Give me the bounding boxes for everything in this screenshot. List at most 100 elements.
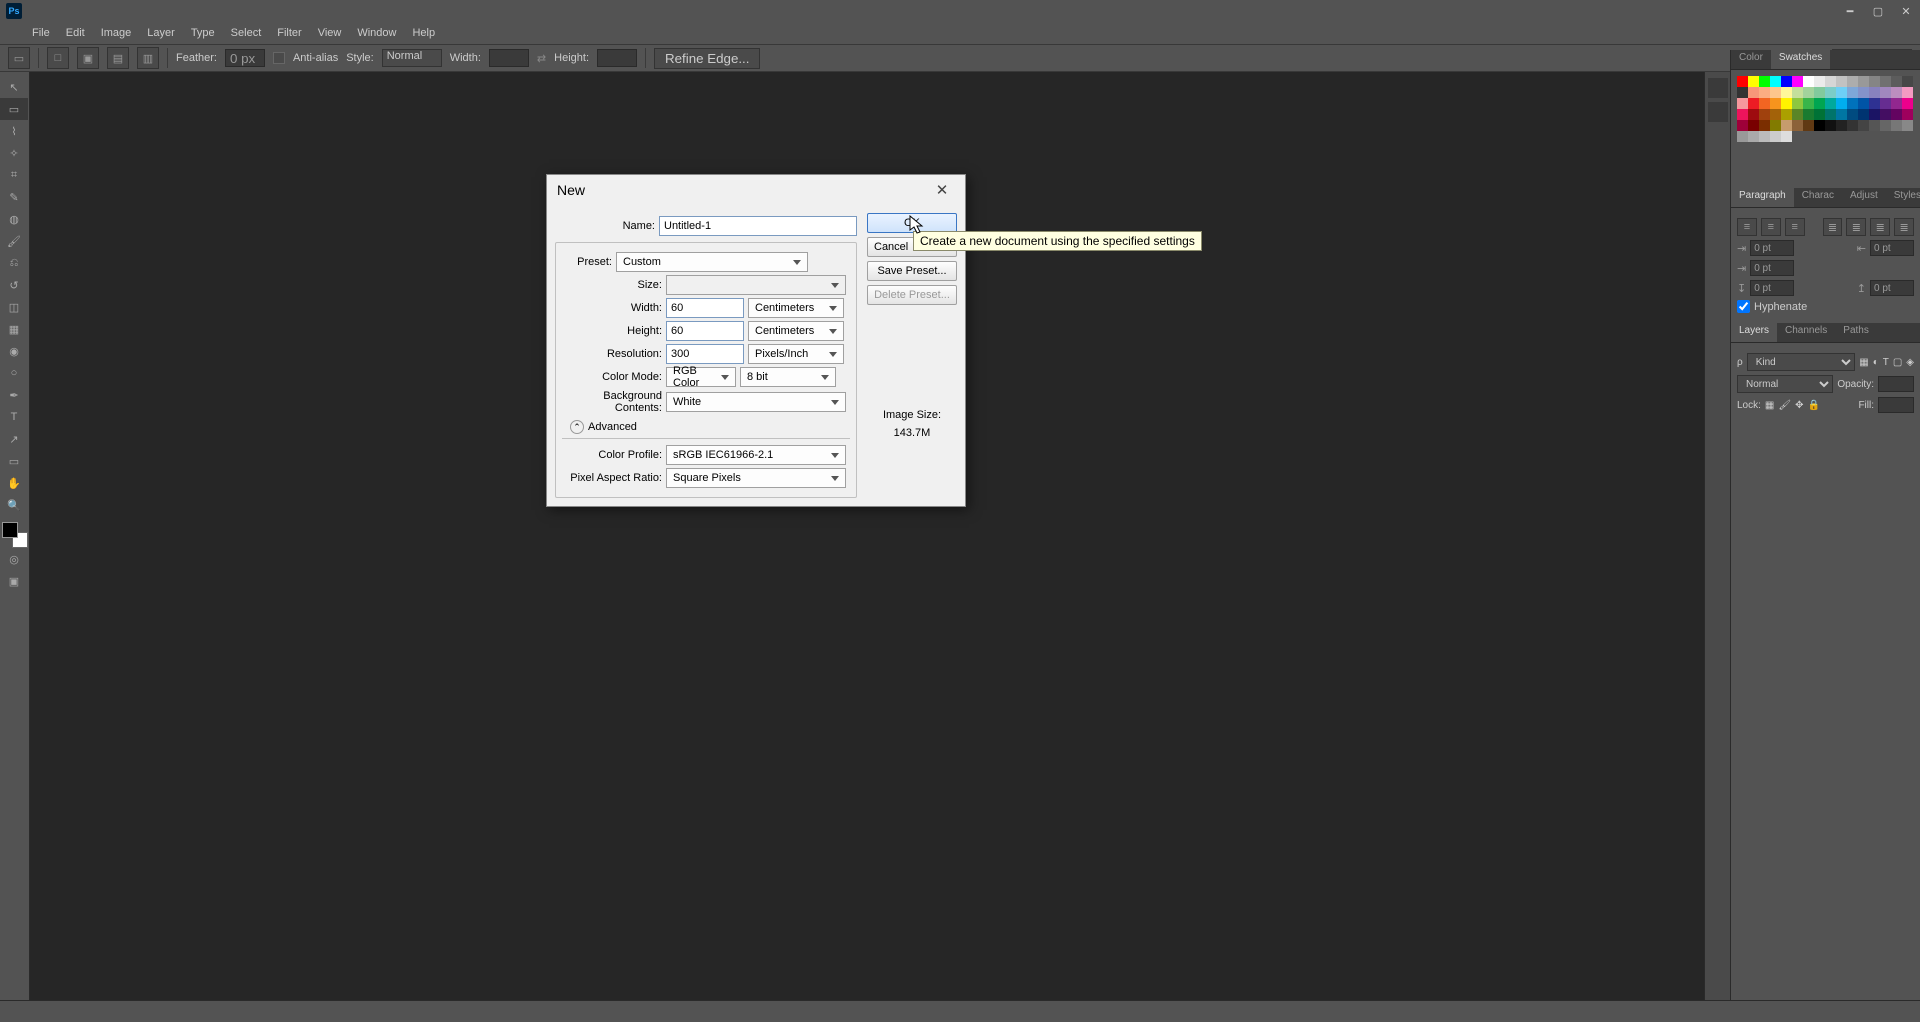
- lock-position-icon[interactable]: ✥: [1795, 400, 1803, 411]
- color-swatch[interactable]: [1869, 87, 1880, 98]
- filter-shape-icon[interactable]: ▢: [1893, 357, 1902, 368]
- colormode-select[interactable]: RGB Color: [666, 367, 736, 387]
- selection-add-icon[interactable]: ▣: [77, 47, 99, 69]
- color-swatch[interactable]: [1814, 120, 1825, 131]
- color-swatch[interactable]: [1825, 120, 1836, 131]
- justify-all-icon[interactable]: ≣: [1894, 218, 1914, 236]
- color-swatch[interactable]: [1759, 76, 1770, 87]
- width-unit-select[interactable]: Centimeters: [748, 298, 844, 318]
- color-swatch[interactable]: [1847, 120, 1858, 131]
- color-swatch[interactable]: [1847, 76, 1858, 87]
- color-swatch[interactable]: [1792, 120, 1803, 131]
- crop-tool-icon[interactable]: ⌗: [0, 164, 28, 186]
- tool-preset-icon[interactable]: ▭: [8, 47, 30, 69]
- color-swatch[interactable]: [1814, 87, 1825, 98]
- color-swatch[interactable]: [1803, 109, 1814, 120]
- antialias-checkbox[interactable]: [273, 52, 285, 64]
- color-swatch[interactable]: [1880, 87, 1891, 98]
- color-swatch[interactable]: [1869, 109, 1880, 120]
- color-swatch[interactable]: [1880, 120, 1891, 131]
- color-swatch[interactable]: [1792, 76, 1803, 87]
- color-swatch[interactable]: [1737, 76, 1748, 87]
- color-swatch[interactable]: [1814, 98, 1825, 109]
- menu-file[interactable]: File: [24, 25, 58, 41]
- color-swatch[interactable]: [1847, 87, 1858, 98]
- color-swatch[interactable]: [1825, 87, 1836, 98]
- feather-input[interactable]: [225, 49, 265, 67]
- tab-swatches[interactable]: Swatches: [1771, 50, 1830, 69]
- hyphenate-checkbox[interactable]: [1737, 300, 1750, 313]
- selection-intersect-icon[interactable]: ▥: [137, 47, 159, 69]
- zoom-tool-icon[interactable]: 🔍: [0, 494, 28, 516]
- color-swatch[interactable]: [1759, 109, 1770, 120]
- color-swatch[interactable]: [1781, 131, 1792, 142]
- width-input[interactable]: [489, 49, 529, 67]
- ok-button[interactable]: OK: [867, 213, 957, 233]
- color-swatch[interactable]: [1770, 98, 1781, 109]
- selection-sub-icon[interactable]: ▤: [107, 47, 129, 69]
- color-swatch[interactable]: [1836, 76, 1847, 87]
- colordepth-select[interactable]: 8 bit: [740, 367, 836, 387]
- style-select[interactable]: Normal: [382, 49, 442, 67]
- menu-image[interactable]: Image: [93, 25, 140, 41]
- color-swatch[interactable]: [1869, 98, 1880, 109]
- color-swatch[interactable]: [1737, 98, 1748, 109]
- color-swatch[interactable]: [1748, 131, 1759, 142]
- colorprofile-select[interactable]: sRGB IEC61966-2.1: [666, 445, 846, 465]
- swatch-grid[interactable]: [1737, 76, 1914, 142]
- properties-panel-icon[interactable]: [1708, 102, 1728, 122]
- color-swatch[interactable]: [1748, 87, 1759, 98]
- lock-pixels-icon[interactable]: 🖌: [1778, 400, 1791, 411]
- color-swatch[interactable]: [1836, 109, 1847, 120]
- firstline-indent-input[interactable]: [1750, 260, 1794, 276]
- tab-channels[interactable]: Channels: [1777, 323, 1835, 342]
- color-swatch[interactable]: [1902, 109, 1913, 120]
- delete-preset-button[interactable]: Delete Preset...: [867, 285, 957, 305]
- width-input[interactable]: [666, 298, 744, 318]
- healing-tool-icon[interactable]: ◍: [0, 208, 28, 230]
- resolution-input[interactable]: [666, 344, 744, 364]
- color-swatch[interactable]: [1869, 120, 1880, 131]
- align-left-icon[interactable]: ≡: [1737, 218, 1757, 236]
- indent-right-input[interactable]: [1870, 240, 1914, 256]
- lock-all-icon[interactable]: 🔒: [1807, 400, 1819, 411]
- selection-new-icon[interactable]: □: [47, 47, 69, 69]
- menu-layer[interactable]: Layer: [139, 25, 183, 41]
- path-tool-icon[interactable]: ↗: [0, 428, 28, 450]
- filter-adjust-icon[interactable]: ◐: [1873, 357, 1879, 368]
- color-swatch[interactable]: [1891, 87, 1902, 98]
- blur-tool-icon[interactable]: ◉: [0, 340, 28, 362]
- color-swatch[interactable]: [1902, 120, 1913, 131]
- color-foreground-background[interactable]: [2, 522, 28, 548]
- color-swatch[interactable]: [1770, 109, 1781, 120]
- color-swatch[interactable]: [1858, 120, 1869, 131]
- color-swatch[interactable]: [1803, 120, 1814, 131]
- color-swatch[interactable]: [1748, 76, 1759, 87]
- color-swatch[interactable]: [1737, 120, 1748, 131]
- color-swatch[interactable]: [1803, 98, 1814, 109]
- color-swatch[interactable]: [1825, 76, 1836, 87]
- color-swatch[interactable]: [1880, 109, 1891, 120]
- color-swatch[interactable]: [1781, 76, 1792, 87]
- foreground-color-swatch[interactable]: [2, 522, 18, 538]
- color-swatch[interactable]: [1836, 87, 1847, 98]
- type-tool-icon[interactable]: T: [0, 406, 28, 428]
- lasso-tool-icon[interactable]: ⌇: [0, 120, 28, 142]
- color-swatch[interactable]: [1902, 76, 1913, 87]
- color-swatch[interactable]: [1748, 98, 1759, 109]
- menu-view[interactable]: View: [310, 25, 350, 41]
- stamp-tool-icon[interactable]: ⎌: [0, 252, 28, 274]
- indent-left-input[interactable]: [1750, 240, 1794, 256]
- menu-filter[interactable]: Filter: [269, 25, 309, 41]
- screenmode-icon[interactable]: ▣: [0, 570, 28, 592]
- color-swatch[interactable]: [1836, 120, 1847, 131]
- space-before-input[interactable]: [1750, 280, 1794, 296]
- blend-mode-select[interactable]: Normal: [1737, 375, 1833, 393]
- color-swatch[interactable]: [1792, 98, 1803, 109]
- menu-edit[interactable]: Edit: [58, 25, 93, 41]
- color-swatch[interactable]: [1847, 98, 1858, 109]
- tab-paths[interactable]: Paths: [1835, 323, 1877, 342]
- save-preset-button[interactable]: Save Preset...: [867, 261, 957, 281]
- resolution-unit-select[interactable]: Pixels/Inch: [748, 344, 844, 364]
- color-swatch[interactable]: [1759, 120, 1770, 131]
